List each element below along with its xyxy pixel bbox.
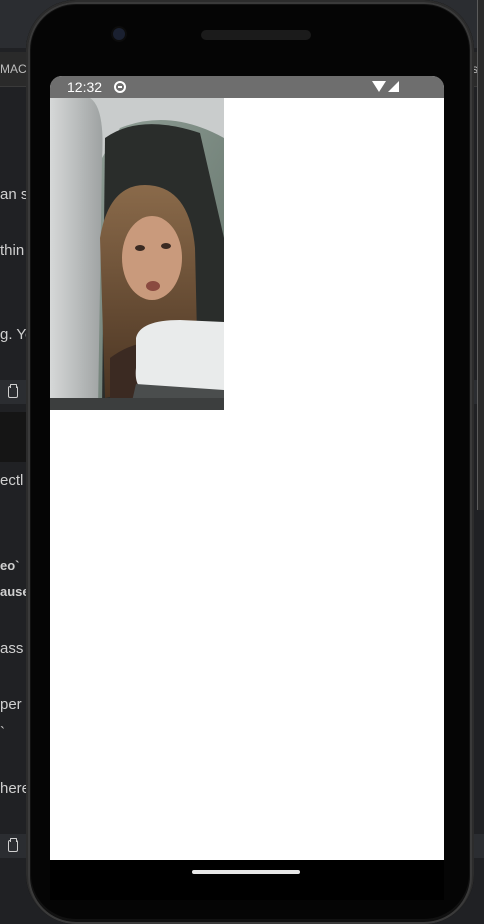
background-text-fragment: per: [0, 696, 22, 713]
background-text-fragment: `: [0, 724, 5, 741]
background-text-fragment: eo`: [0, 558, 20, 573]
status-time: 12:32: [67, 79, 103, 95]
phone-screen: 12:32: [50, 76, 444, 860]
window-edge: [477, 0, 484, 510]
background-text-fragment: ectl: [0, 472, 24, 489]
home-indicator[interactable]: [192, 870, 300, 874]
front-camera: [113, 28, 125, 40]
status-bar: 12:32: [50, 76, 444, 98]
background-text-fragment: an s: [0, 186, 29, 203]
background-text-fragment: thin: [0, 242, 25, 259]
video-image: [50, 98, 224, 410]
signal-icon: [388, 81, 399, 92]
clipboard-icon[interactable]: [8, 838, 18, 852]
dnd-icon: [114, 81, 126, 93]
video-frame[interactable]: [50, 98, 224, 410]
wifi-icon: [372, 81, 386, 92]
clipboard-icon[interactable]: [8, 384, 18, 398]
background-text-fragment: ass: [0, 640, 24, 657]
earpiece-speaker: [201, 30, 311, 40]
navigation-bar: [50, 860, 444, 900]
